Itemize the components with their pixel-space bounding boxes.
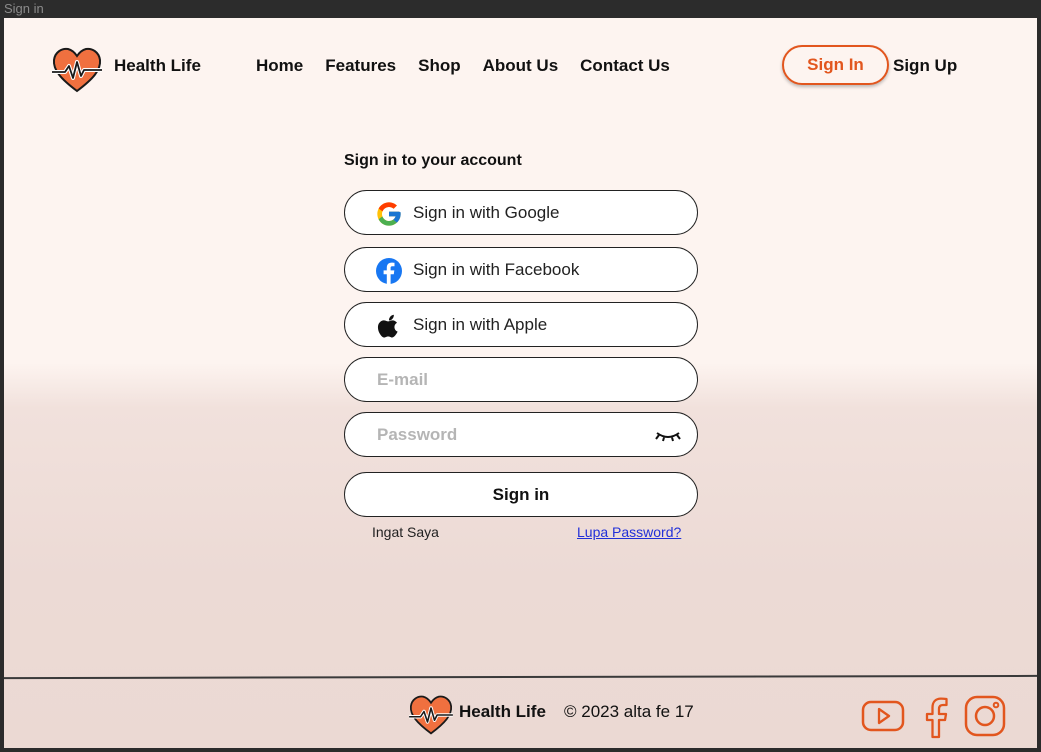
header-sign-in-button[interactable]: Sign In [782,45,889,85]
footer-copyright: © 2023 alta fe 17 [564,702,694,721]
nav-shop[interactable]: Shop [418,56,461,76]
nav-about-us[interactable]: About Us [483,56,559,76]
facebook-footer-icon[interactable] [914,693,960,739]
main-nav: Home Features Shop About Us Contact Us [256,56,692,76]
password-placeholder: Password [377,424,458,444]
nav-contact-us[interactable]: Contact Us [580,56,670,76]
page: Health Life Home Features Shop About Us … [4,18,1037,748]
nav-home[interactable]: Home [256,56,303,76]
facebook-sign-in-button[interactable]: Sign in with Facebook [344,247,698,292]
footer-brand: Health Life [459,702,546,721]
window-title: Sign in [0,0,1041,18]
password-field[interactable]: Password [344,412,698,457]
apple-icon [377,314,398,338]
footer-divider [4,674,1037,680]
google-icon [377,202,401,226]
header-sign-up-button[interactable]: Sign Up [893,56,957,76]
google-sign-in-button[interactable]: Sign in with Google [344,190,698,235]
youtube-icon[interactable] [860,693,906,739]
brand-name[interactable]: Health Life [114,56,201,76]
instagram-icon[interactable] [962,693,1008,739]
nav-features[interactable]: Features [325,56,396,76]
email-field[interactable]: E-mail [344,357,698,402]
footer-heart-logo-icon [409,695,453,735]
google-sign-in-label: Sign in with Google [413,202,560,222]
form-title: Sign in to your account [344,152,522,169]
sign-in-submit-button[interactable]: Sign in [344,472,698,517]
heart-logo-icon[interactable] [51,46,103,94]
apple-sign-in-button[interactable]: Sign in with Apple [344,302,698,347]
facebook-icon [376,258,402,284]
facebook-sign-in-label: Sign in with Facebook [413,259,580,279]
remember-me-label[interactable]: Ingat Saya [372,524,439,540]
sign-in-submit-label: Sign in [492,484,550,504]
forgot-password-link[interactable]: Lupa Password? [577,524,681,540]
eye-closed-icon[interactable] [655,428,681,444]
email-placeholder: E-mail [377,369,429,389]
apple-sign-in-label: Sign in with Apple [413,314,548,334]
